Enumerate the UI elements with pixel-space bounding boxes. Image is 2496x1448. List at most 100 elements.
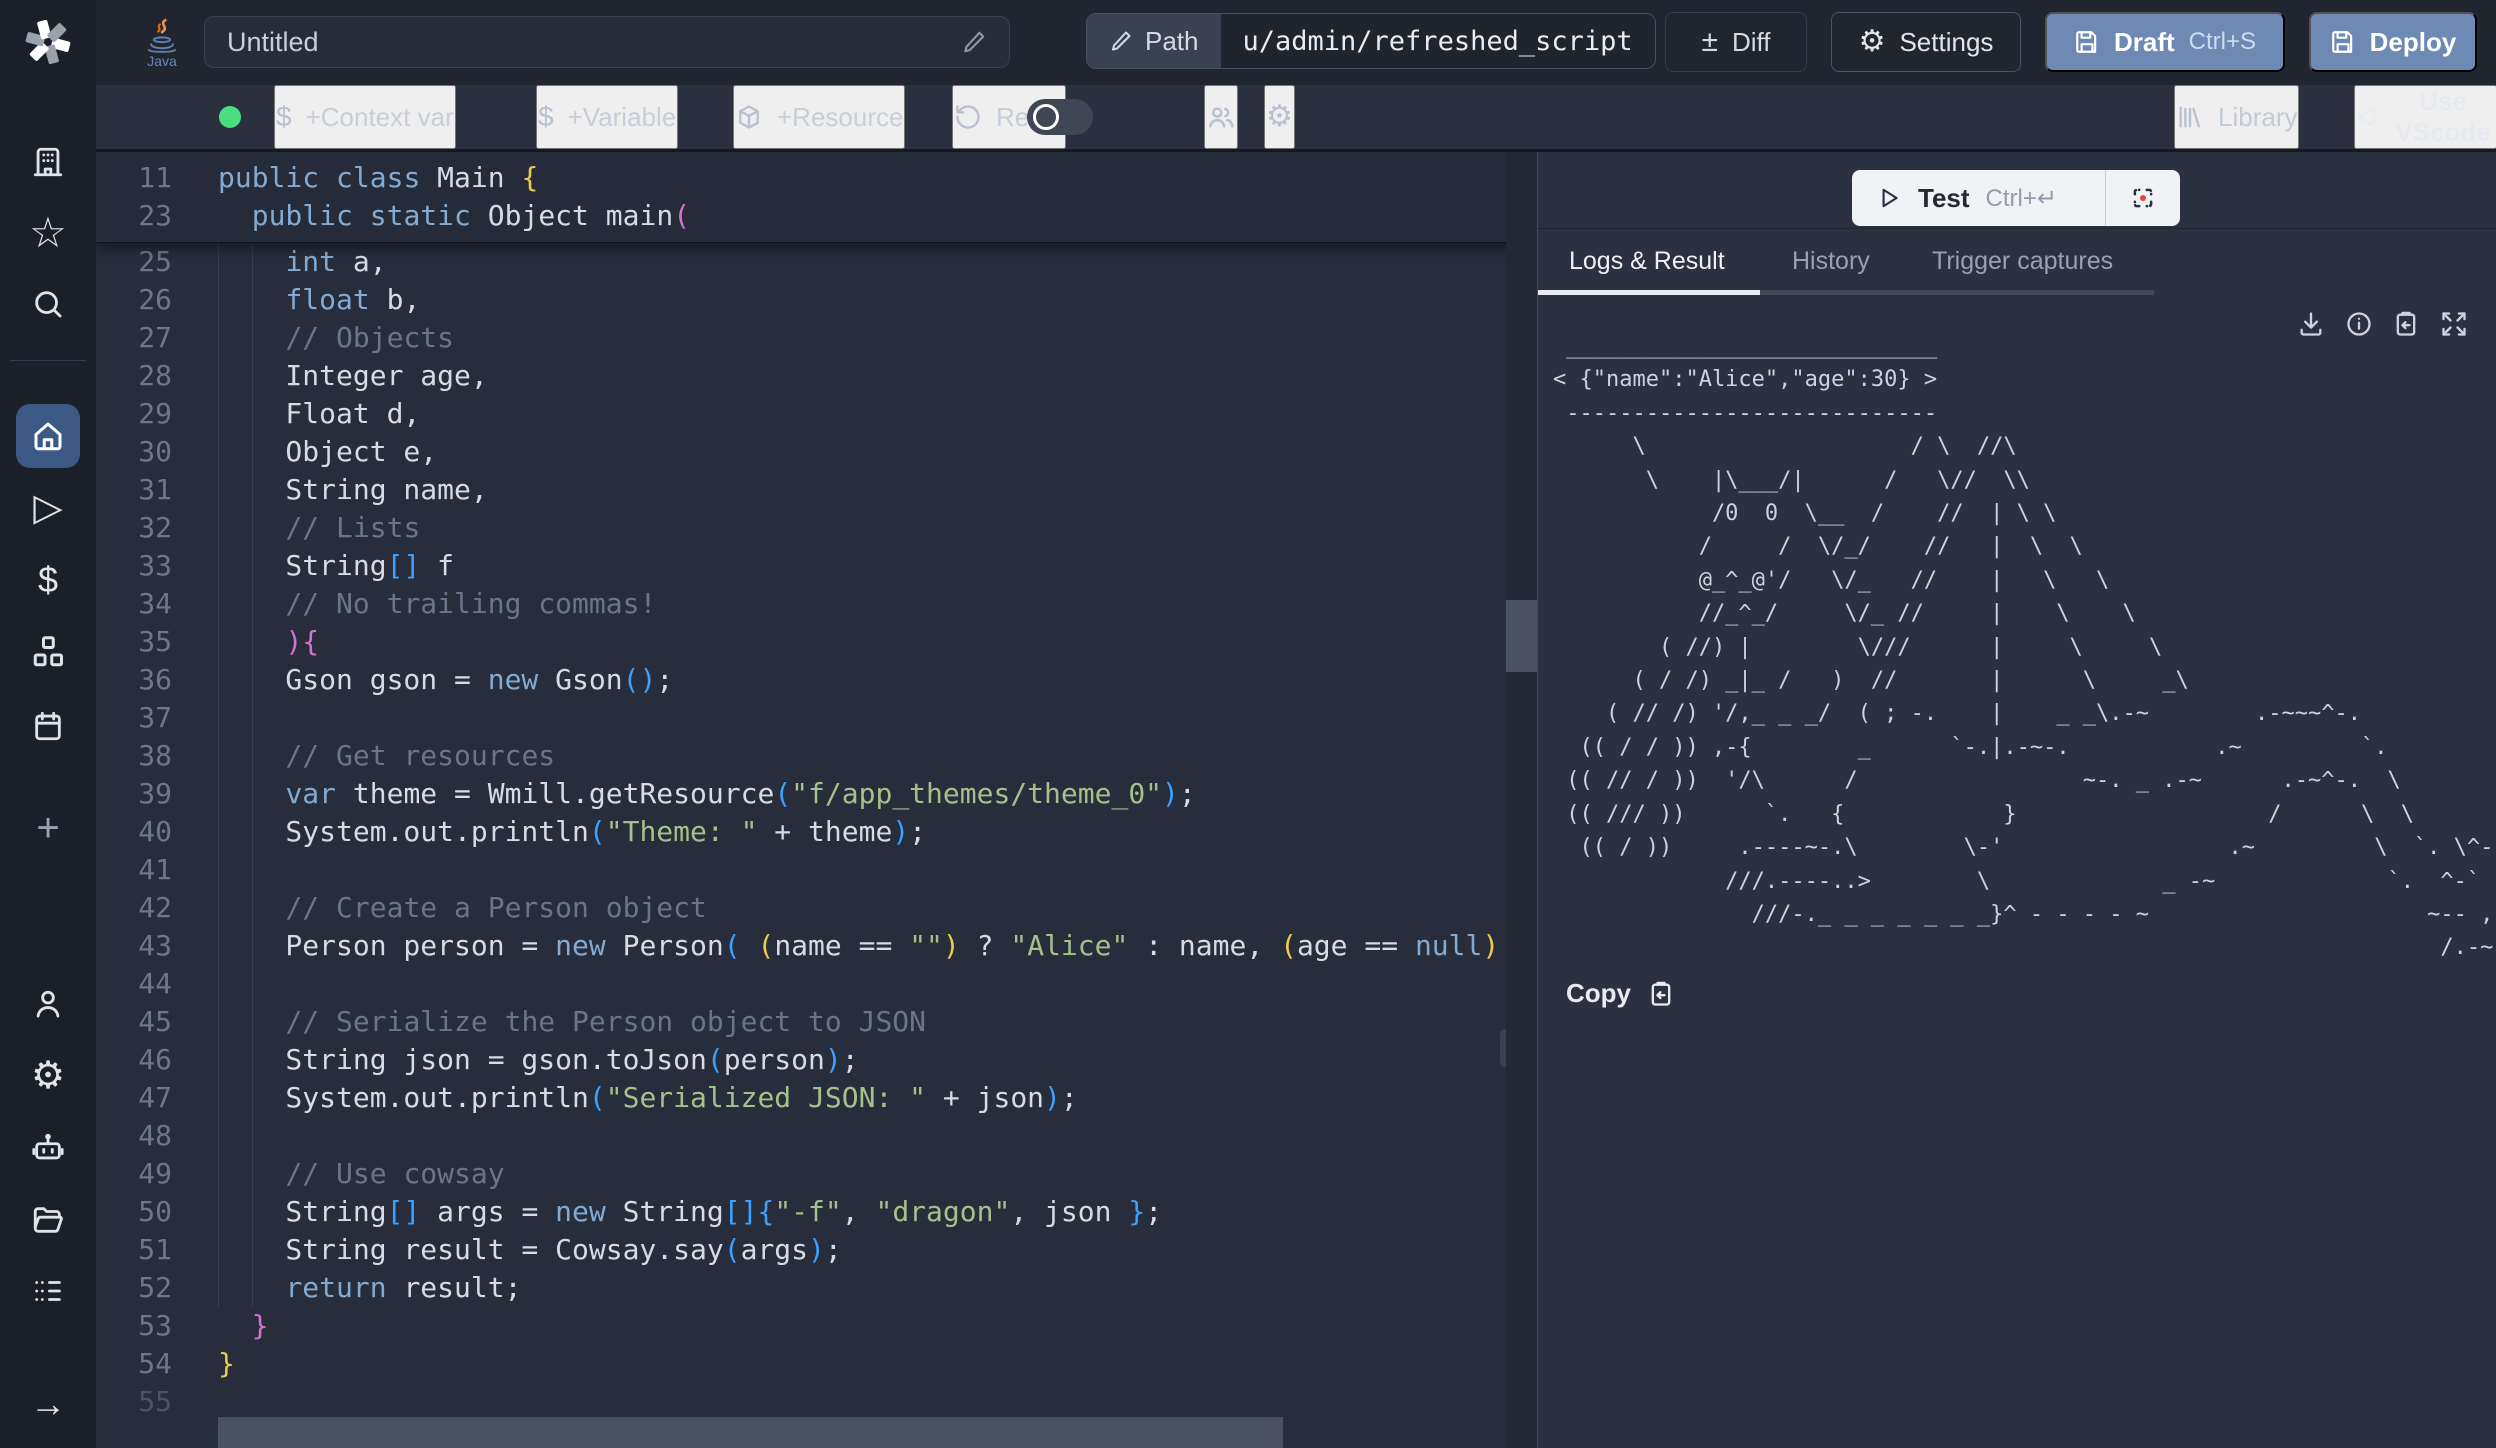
code-line-38[interactable]: 38 // Get resources bbox=[96, 737, 1537, 775]
status-dot bbox=[219, 106, 241, 128]
robot-icon bbox=[31, 1131, 65, 1165]
arrow-right-icon: → bbox=[30, 1386, 66, 1422]
code-line-28[interactable]: 28 Integer age, bbox=[96, 357, 1537, 395]
sidebar-item-workers[interactable] bbox=[31, 1131, 65, 1165]
code-line-36[interactable]: 36 Gson gson = new Gson(); bbox=[96, 661, 1537, 699]
add-context-var-button[interactable]: $ +Context var bbox=[274, 85, 456, 149]
code-line-46[interactable]: 46 String json = gson.toJson(person); bbox=[96, 1041, 1537, 1079]
code-line-40[interactable]: 40 System.out.println("Theme: " + theme)… bbox=[96, 813, 1537, 851]
run-panel: Test Ctrl+↵ Logs & Result History Trigge… bbox=[1537, 152, 2496, 1448]
package-icon bbox=[735, 103, 763, 131]
code-line-42[interactable]: 42 // Create a Person object bbox=[96, 889, 1537, 927]
library-button[interactable]: Library bbox=[2174, 85, 2299, 149]
diff-mode-toggle[interactable] bbox=[1027, 99, 1093, 135]
line-number: 34 bbox=[96, 585, 172, 623]
draft-button[interactable]: Draft Ctrl+S bbox=[2045, 12, 2285, 72]
path-field[interactable]: Path u/admin/refreshed_script bbox=[1086, 13, 1656, 69]
use-vscode-button[interactable]: Use VScode bbox=[2354, 85, 2496, 149]
sidebar-item-add[interactable]: + bbox=[36, 808, 59, 848]
code-line-37[interactable]: 37 bbox=[96, 699, 1537, 737]
tab-logs-result[interactable]: Logs & Result bbox=[1569, 247, 1725, 276]
code-line-23[interactable]: 23 public static Object main( bbox=[96, 197, 1537, 235]
calendar-icon bbox=[31, 709, 65, 743]
add-resource-button[interactable]: +Resource bbox=[733, 85, 905, 149]
code-line-35[interactable]: 35 ){ bbox=[96, 623, 1537, 661]
sidebar-item-home[interactable] bbox=[16, 404, 80, 468]
sidebar-collapse[interactable]: → bbox=[30, 1386, 66, 1422]
editor-settings-button[interactable]: ⚙ bbox=[1264, 85, 1295, 149]
edit-pencil-icon bbox=[1109, 29, 1133, 53]
save-icon bbox=[2330, 29, 2356, 55]
line-content: // Objects bbox=[218, 319, 454, 357]
code-line-51[interactable]: 51 String result = Cowsay.say(args); bbox=[96, 1231, 1537, 1269]
sidebar-item-variables[interactable]: $ bbox=[38, 562, 58, 598]
tab-trigger-captures[interactable]: Trigger captures bbox=[1932, 247, 2113, 276]
line-content: } bbox=[218, 1307, 269, 1345]
line-content: System.out.println("Theme: " + theme); bbox=[218, 813, 926, 851]
code-line-32[interactable]: 32 // Lists bbox=[96, 509, 1537, 547]
code-editor[interactable]: 25 int a,26 float b,27 // Objects28 Inte… bbox=[96, 152, 1537, 1448]
sidebar-divider bbox=[10, 360, 86, 361]
line-content: // Get resources bbox=[218, 737, 555, 775]
code-line-33[interactable]: 33 String[] f bbox=[96, 547, 1537, 585]
script-title-input[interactable]: Untitled bbox=[204, 16, 1010, 68]
sidebar-item-audit-logs[interactable] bbox=[31, 1274, 65, 1308]
sidebar-item-workspace[interactable] bbox=[31, 145, 65, 179]
collaborators-button[interactable] bbox=[1204, 85, 1238, 149]
sticky-scroll-header[interactable]: 11public class Main {23 public static Ob… bbox=[96, 152, 1537, 243]
sidebar-item-folders[interactable] bbox=[31, 1203, 65, 1237]
code-line-49[interactable]: 49 // Use cowsay bbox=[96, 1155, 1537, 1193]
code-line-52[interactable]: 52 return result; bbox=[96, 1269, 1537, 1307]
settings-button[interactable]: ⚙ Settings bbox=[1831, 12, 2021, 72]
sidebar-item-account[interactable] bbox=[31, 987, 65, 1021]
code-line-34[interactable]: 34 // No trailing commas! bbox=[96, 585, 1537, 623]
code-line-45[interactable]: 45 // Serialize the Person object to JSO… bbox=[96, 1003, 1537, 1041]
windmill-logo[interactable] bbox=[25, 19, 71, 65]
code-line-39[interactable]: 39 var theme = Wmill.getResource("f/app_… bbox=[96, 775, 1537, 813]
line-number: 50 bbox=[96, 1193, 172, 1231]
code-line-43[interactable]: 43 Person person = new Person( (name == … bbox=[96, 927, 1537, 965]
test-shortcut: Ctrl+↵ bbox=[1986, 184, 2057, 213]
code-line-44[interactable]: 44 bbox=[96, 965, 1537, 1003]
code-line-54[interactable]: 54} bbox=[96, 1345, 1537, 1383]
horizontal-scrollbar-thumb[interactable] bbox=[218, 1417, 1283, 1448]
code-line-27[interactable]: 27 // Objects bbox=[96, 319, 1537, 357]
code-line-29[interactable]: 29 Float d, bbox=[96, 395, 1537, 433]
vertical-scrollbar-thumb[interactable] bbox=[1506, 600, 1537, 672]
sidebar-item-resources[interactable] bbox=[30, 634, 66, 670]
save-icon bbox=[2074, 29, 2100, 55]
svg-text:Java: Java bbox=[147, 53, 177, 68]
copy-result-button[interactable]: Copy bbox=[1566, 978, 1675, 1009]
code-line-31[interactable]: 31 String name, bbox=[96, 471, 1537, 509]
code-line-11[interactable]: 11public class Main { bbox=[96, 159, 1537, 197]
result-tabs: Logs & Result History Trigger captures bbox=[1538, 229, 2496, 295]
dollar-icon: $ bbox=[38, 562, 58, 598]
line-number: 49 bbox=[96, 1155, 172, 1193]
code-line-55[interactable]: 55 bbox=[96, 1383, 1537, 1421]
code-line-53[interactable]: 53 } bbox=[96, 1307, 1537, 1345]
code-line-30[interactable]: 30 Object e, bbox=[96, 433, 1537, 471]
deploy-button[interactable]: Deploy bbox=[2309, 12, 2477, 72]
sidebar-item-settings[interactable]: ⚙ bbox=[31, 1057, 65, 1095]
code-line-47[interactable]: 47 System.out.println("Serialized JSON: … bbox=[96, 1079, 1537, 1117]
dollar-icon: $ bbox=[538, 103, 554, 131]
vertical-scrollbar[interactable] bbox=[1506, 152, 1537, 1448]
tab-history[interactable]: History bbox=[1792, 247, 1870, 276]
capture-test-button[interactable] bbox=[2106, 170, 2180, 226]
diff-button[interactable]: ± Diff bbox=[1665, 12, 1807, 72]
add-variable-button[interactable]: $ +Variable bbox=[536, 85, 678, 149]
code-line-26[interactable]: 26 float b, bbox=[96, 281, 1537, 319]
code-line-48[interactable]: 48 bbox=[96, 1117, 1537, 1155]
code-line-25[interactable]: 25 int a, bbox=[96, 243, 1537, 281]
line-content: String[] args = new String[]{"-f", "drag… bbox=[218, 1193, 1162, 1231]
sidebar-item-favorites[interactable]: ☆ bbox=[29, 212, 67, 254]
code-line-41[interactable]: 41 bbox=[96, 851, 1537, 889]
test-button[interactable]: Test bbox=[1918, 183, 1970, 214]
sidebar-item-search[interactable] bbox=[31, 287, 65, 321]
line-number: 37 bbox=[96, 699, 172, 737]
code-line-50[interactable]: 50 String[] args = new String[]{"-f", "d… bbox=[96, 1193, 1537, 1231]
sidebar-item-runs[interactable]: ▷ bbox=[33, 489, 62, 527]
search-icon bbox=[31, 287, 65, 321]
building-icon bbox=[31, 145, 65, 179]
sidebar-item-schedules[interactable] bbox=[31, 709, 65, 743]
